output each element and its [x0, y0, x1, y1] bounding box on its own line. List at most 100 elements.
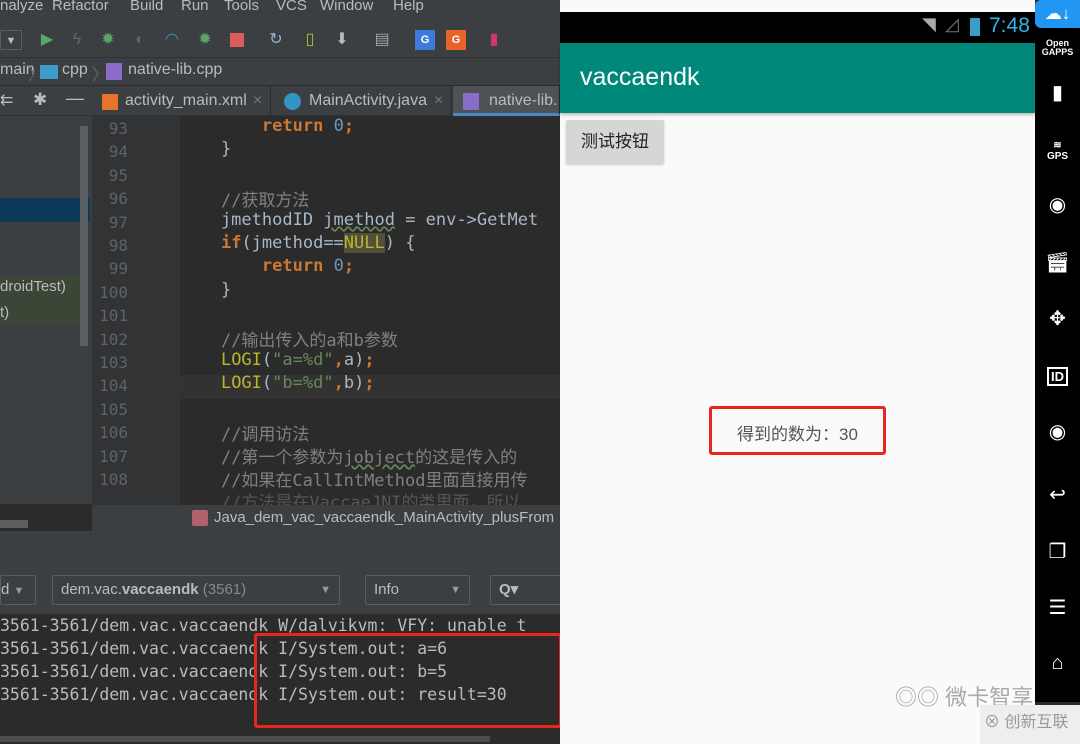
attach-debugger-icon[interactable]: ✹: [195, 30, 215, 50]
gear-icon[interactable]: ✱: [33, 90, 47, 110]
xml-file-icon: [102, 94, 118, 110]
media-icon[interactable]: 🎬︎: [1035, 250, 1080, 275]
h-scrollbar[interactable]: [0, 736, 490, 742]
selected-tree-row[interactable]: [0, 198, 90, 222]
menu-run[interactable]: Run: [181, 0, 209, 14]
sdk-manager-icon[interactable]: ⬇: [332, 30, 352, 50]
home-icon[interactable]: ⌂: [1035, 652, 1080, 675]
minimize-icon[interactable]: —: [66, 88, 84, 109]
android-studio-window: nalyze Refactor Build Run Tools VCS Wind…: [0, 0, 560, 744]
logo-watermark: ⊗ 创新互联: [980, 705, 1080, 744]
project-tree: droidTest) t): [0, 116, 92, 528]
line-number: 105: [99, 399, 128, 419]
line-number: 101: [99, 306, 128, 326]
menu-bar: nalyze Refactor Build Run Tools VCS Wind…: [0, 0, 560, 22]
menu-help[interactable]: Help: [393, 0, 424, 14]
highlight-box: [709, 406, 886, 455]
process-dropdown[interactable]: dem.vac.vaccaendk (3561) ▼: [52, 575, 340, 605]
apply-changes-icon[interactable]: ϟ: [67, 30, 87, 50]
line-number: 108: [99, 470, 128, 489]
line-number: 104: [99, 376, 128, 396]
app-title: vaccaendk: [580, 63, 700, 91]
toolbar: ▼ ▶ ϟ ✹ ◐ ◠ ✹ ↻ ▯ ⬇ ▤ G G ▮: [0, 22, 560, 58]
profile-icon[interactable]: ◠: [162, 30, 182, 50]
clock: 7:48: [989, 14, 1030, 37]
status-bar: ◥ ◿ 7:48: [560, 12, 1035, 43]
avd-manager-icon[interactable]: ▯: [300, 30, 320, 50]
line-number: 103: [99, 353, 128, 372]
collapse-icon[interactable]: ⇇: [0, 90, 13, 110]
project-structure-icon[interactable]: ▤: [372, 30, 392, 50]
open-gapps-button[interactable]: Open GAPPS: [1035, 39, 1080, 57]
line-number: 95: [108, 165, 128, 185]
highlight-box: [254, 633, 560, 728]
logo-icon: ⊗: [984, 714, 1001, 731]
camera-icon[interactable]: ◉: [1035, 192, 1080, 217]
config-dropdown-icon[interactable]: ▼: [0, 30, 22, 50]
line-number: 99: [108, 259, 128, 279]
close-icon[interactable]: ×: [253, 86, 262, 116]
translate-icon[interactable]: G: [415, 30, 435, 50]
dpad-icon[interactable]: ✥: [1035, 306, 1080, 331]
menu-refactor[interactable]: Refactor: [52, 0, 109, 14]
emulator-side-toolbar: Open GAPPS ▮ ≋ GPS ◉ 🎬︎ ✥ ID ◉ ↩ ❐ ☰ ⌂: [1035, 12, 1080, 702]
close-icon[interactable]: ×: [434, 86, 443, 116]
wifi-icon: ◥: [922, 14, 936, 34]
line-number: 100: [99, 282, 128, 302]
line-number: 102: [99, 329, 128, 349]
menu-vcs[interactable]: VCS: [276, 0, 307, 14]
app-bar: vaccaendk: [560, 43, 1035, 113]
debug-icon[interactable]: ✹: [98, 30, 118, 50]
gradle-sync-icon[interactable]: ↻: [266, 30, 286, 50]
tab-activity-main-xml[interactable]: activity_main.xml ×: [95, 86, 271, 116]
line-number: 98: [108, 236, 128, 255]
signal-icon: ◿: [945, 14, 959, 34]
tab-native-lib-cpp[interactable]: native-lib.: [453, 86, 560, 116]
coverage-icon[interactable]: ◐: [130, 30, 150, 50]
h-scrollbar[interactable]: [0, 520, 28, 528]
breadcrumb-cpp[interactable]: cpp: [62, 61, 88, 79]
function-icon: [192, 510, 208, 526]
log-level-dropdown[interactable]: Info ▼: [365, 575, 470, 605]
menu-tools[interactable]: Tools: [224, 0, 259, 14]
menu-window[interactable]: Window: [320, 0, 373, 14]
translate-2-icon[interactable]: G: [446, 30, 466, 50]
line-number: 107: [99, 446, 128, 466]
chevron-down-icon: ▼: [320, 584, 331, 596]
function-breadcrumb[interactable]: Java_dem_vac_vaccaendk_MainActivity_plus…: [92, 505, 560, 531]
cloud-sync-icon[interactable]: ☁↓: [1035, 0, 1080, 28]
tab-mainactivity-java[interactable]: MainActivity.java ×: [272, 86, 452, 116]
scrollbar[interactable]: [80, 126, 88, 346]
battery-charging-icon: [970, 18, 980, 36]
gps-button[interactable]: ≋ GPS: [1035, 140, 1080, 162]
back-icon[interactable]: ↩: [1035, 482, 1080, 507]
battery-icon[interactable]: ▮: [1035, 80, 1080, 105]
folder-icon: [40, 65, 58, 79]
disk-icon[interactable]: ◉: [1035, 419, 1080, 444]
stop-icon[interactable]: [227, 30, 247, 50]
device-icon[interactable]: ▮: [484, 30, 504, 50]
device-id-button[interactable]: ID: [1047, 367, 1068, 386]
code-editor[interactable]: return 0; } //获取方法 jmethodID jmethod = e…: [180, 116, 560, 506]
chevron-down-icon: ▼: [450, 584, 461, 596]
cpp-file-icon: [106, 63, 122, 80]
log-search-input[interactable]: Q▾: [490, 575, 560, 605]
device-dropdown[interactable]: d ▼: [0, 575, 36, 605]
wechat-icon: ◎◎: [895, 685, 940, 710]
tree-item[interactable]: droidTest): [0, 278, 66, 295]
editor-tabs: ⇇ ✱ — activity_main.xml × MainActivity.j…: [0, 86, 560, 116]
line-number: 94: [108, 142, 128, 162]
menu-analyze[interactable]: nalyze: [0, 0, 43, 14]
menu-build[interactable]: Build: [130, 0, 163, 14]
cpp-file-icon: [463, 93, 479, 110]
line-number: 97: [108, 212, 128, 232]
run-icon[interactable]: ▶: [37, 30, 57, 50]
test-button[interactable]: 测试按钮: [566, 120, 664, 164]
recent-apps-icon[interactable]: ❐: [1035, 539, 1080, 564]
breadcrumb: main 〉 cpp 〉 native-lib.cpp: [0, 58, 560, 86]
tree-item[interactable]: t): [0, 304, 9, 321]
search-icon: Q▾: [499, 581, 519, 598]
line-number: 106: [99, 423, 128, 443]
menu-icon[interactable]: ☰: [1035, 595, 1080, 620]
breadcrumb-file[interactable]: native-lib.cpp: [128, 61, 222, 79]
